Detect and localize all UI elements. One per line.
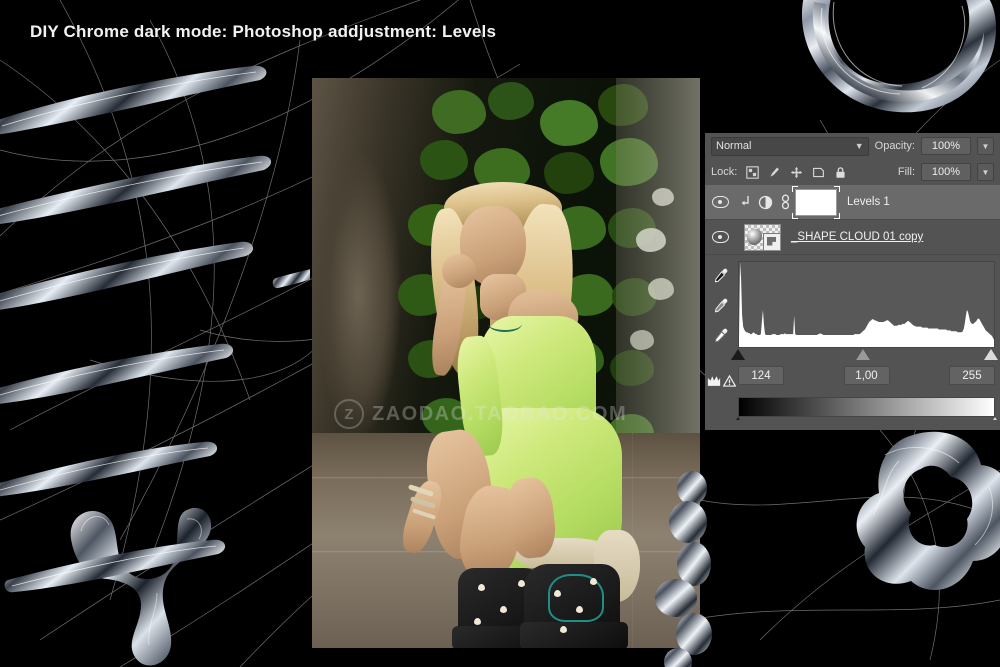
photo-canvas: Z ZAODAO.TAOBAO.COM bbox=[312, 78, 700, 648]
histogram bbox=[738, 261, 995, 348]
input-gamma-value[interactable]: 1,00 bbox=[843, 366, 890, 385]
eye-icon bbox=[711, 196, 729, 208]
panel-bottom-bar bbox=[705, 420, 1000, 430]
lock-image-pixels-icon[interactable] bbox=[768, 166, 781, 179]
lock-artboard-nesting-icon[interactable] bbox=[812, 166, 825, 179]
input-level-values: 124 1,00 255 bbox=[738, 366, 995, 385]
blend-mode-row: Normal ▼ Opacity: 100% ▼ bbox=[705, 133, 1000, 159]
lock-label: Lock: bbox=[711, 166, 738, 178]
layer-row-levels[interactable]: Levels 1 bbox=[705, 185, 1000, 220]
blend-mode-value: Normal bbox=[716, 140, 752, 152]
shape-layer-thumbnail[interactable] bbox=[744, 223, 781, 251]
layer-visibility-toggle[interactable] bbox=[705, 196, 735, 208]
layer-visibility-toggle[interactable] bbox=[705, 231, 735, 243]
chrome-brush-strokes bbox=[0, 65, 310, 593]
eye-icon bbox=[711, 231, 729, 243]
photoshop-layers-panel: Normal ▼ Opacity: 100% ▼ Lock: Fill: 100… bbox=[705, 133, 1000, 430]
input-white-value[interactable]: 255 bbox=[949, 366, 995, 385]
page-title: DIY Chrome dark mode: Photoshop addjustm… bbox=[30, 22, 497, 41]
input-white-slider[interactable] bbox=[984, 349, 999, 360]
layer-mask-thumbnail[interactable] bbox=[792, 185, 840, 219]
layer-name-levels[interactable]: Levels 1 bbox=[847, 196, 890, 208]
chrome-crescent-shape bbox=[802, 0, 997, 113]
gray-point-eyedropper-icon[interactable] bbox=[713, 297, 730, 314]
lock-all-icon[interactable] bbox=[834, 166, 847, 179]
blend-mode-select[interactable]: Normal ▼ bbox=[711, 136, 869, 156]
fill-label: Fill: bbox=[897, 166, 915, 178]
clipping-mask-icon bbox=[741, 196, 749, 206]
black-point-eyedropper-icon[interactable] bbox=[713, 267, 730, 284]
chrome-cloud-shape bbox=[856, 431, 1000, 590]
white-point-eyedropper-icon[interactable] bbox=[713, 327, 730, 344]
lock-transparent-pixels-icon[interactable] bbox=[746, 165, 760, 179]
screenshot-canvas: Z ZAODAO.TAOBAO.COM DIY Chrome dark mode… bbox=[0, 0, 1000, 667]
levels-histogram-area: 124 1,00 255 bbox=[731, 261, 1000, 387]
output-gradient-ramp bbox=[738, 397, 995, 417]
chevron-down-icon: ▼ bbox=[854, 141, 864, 151]
adjustment-layer-icon bbox=[758, 195, 773, 209]
layer-name-shape-cloud[interactable]: _SHAPE CLOUD 01 copy bbox=[791, 231, 923, 243]
photo-subject bbox=[312, 78, 700, 648]
fill-stepper-icon[interactable]: ▼ bbox=[977, 163, 994, 181]
chrome-squiggle-shape bbox=[70, 507, 212, 666]
levels-tool-column bbox=[705, 261, 738, 387]
opacity-input[interactable]: 100% bbox=[921, 137, 971, 155]
opacity-label: Opacity: bbox=[874, 140, 915, 152]
levels-warning-icons bbox=[707, 375, 736, 387]
lock-row: Lock: Fill: 100% ▼ bbox=[705, 159, 1000, 185]
link-mask-icon[interactable] bbox=[780, 194, 791, 210]
histogram-plot bbox=[739, 262, 994, 347]
input-black-value[interactable]: 124 bbox=[738, 366, 784, 385]
layer-icon-group bbox=[735, 194, 791, 210]
lock-position-icon[interactable] bbox=[790, 166, 803, 179]
input-gamma-slider[interactable] bbox=[855, 349, 870, 360]
clipping-warning-icon[interactable] bbox=[707, 375, 721, 387]
fill-input[interactable]: 100% bbox=[921, 163, 971, 181]
layer-row-shape-cloud[interactable]: _SHAPE CLOUD 01 copy bbox=[705, 220, 1000, 255]
opacity-stepper-icon[interactable]: ▼ bbox=[977, 137, 994, 155]
gamut-warning-icon[interactable] bbox=[723, 375, 736, 387]
levels-properties: 124 1,00 255 bbox=[705, 255, 1000, 387]
input-black-slider[interactable] bbox=[731, 349, 745, 360]
input-level-sliders bbox=[731, 349, 999, 363]
